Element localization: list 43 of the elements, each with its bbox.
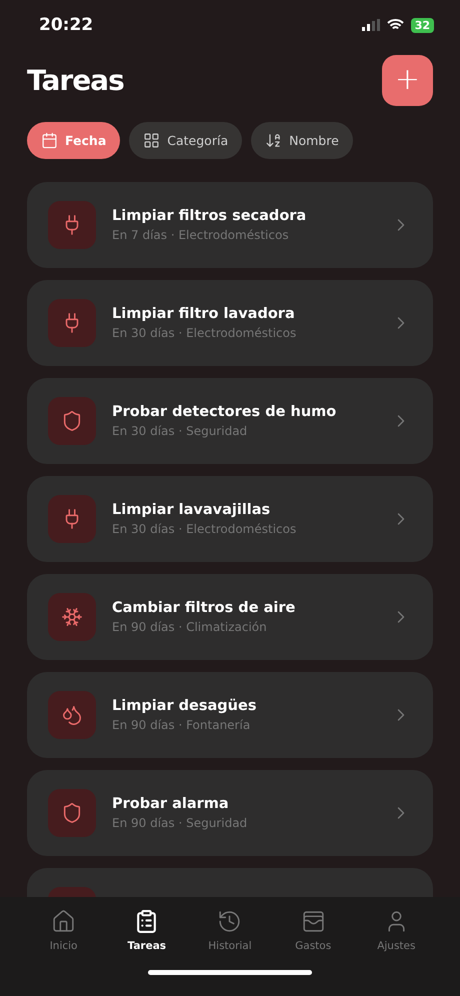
tab-item[interactable]: Ajustes bbox=[364, 909, 428, 952]
task-meta: En 30 días · Seguridad bbox=[112, 424, 248, 438]
shield-icon bbox=[61, 410, 83, 432]
tab-item[interactable]: Tareas bbox=[114, 909, 179, 952]
task-card[interactable]: Limpiar filtro lavadora En 30 días · Electrodomésticos bbox=[27, 280, 433, 366]
history-icon bbox=[217, 909, 242, 934]
task-title: Limpiar lavavajillas bbox=[112, 502, 272, 518]
calendar-icon bbox=[41, 132, 58, 149]
task-card[interactable]: Cambiar filtros de aire En 90 días · Climatización bbox=[27, 574, 433, 660]
battery-indicator: 32 bbox=[410, 18, 434, 32]
page-title: Tareas bbox=[27, 64, 124, 96]
house-icon bbox=[51, 909, 76, 934]
task-meta: En 90 días · Climatización bbox=[112, 620, 268, 634]
task-title: Probar detectores de humo bbox=[112, 404, 338, 420]
task-card[interactable]: Limpiar filtros secadora En 7 días · Electrodomésticos bbox=[27, 182, 433, 268]
task-meta: En 30 días · Electrodomésticos bbox=[112, 522, 298, 536]
task-title: Limpiar filtro lavadora bbox=[112, 306, 296, 322]
wifi-icon bbox=[386, 19, 404, 31]
task-meta: En 30 días · Electrodomésticos bbox=[112, 326, 298, 340]
tab-item[interactable]: Gastos bbox=[281, 909, 346, 952]
tab-item[interactable]: Inicio bbox=[32, 909, 96, 952]
task-card[interactable]: Probar detectores de humo En 30 días · Seguridad bbox=[27, 378, 433, 464]
task-title: Probar alarma bbox=[112, 796, 230, 812]
task-card[interactable]: Limpiar desagües En 90 días · Fontanería bbox=[27, 672, 433, 758]
task-meta: En 7 días · Electrodomésticos bbox=[112, 228, 290, 242]
tab-item[interactable]: Historial bbox=[198, 909, 262, 952]
task-card[interactable]: Limpiar lavavajillas En 30 días · Electrodomésticos bbox=[27, 476, 433, 562]
sort-chip[interactable]: Nombre bbox=[251, 122, 353, 159]
sort-alpha-icon bbox=[265, 132, 282, 149]
signal-icon bbox=[362, 19, 380, 31]
task-title: Limpiar desagües bbox=[112, 698, 258, 714]
task-title: Limpiar filtros secadora bbox=[112, 208, 308, 224]
wallet-icon bbox=[300, 909, 326, 934]
droplets-icon bbox=[61, 704, 83, 726]
grid-icon bbox=[143, 132, 160, 149]
task-meta: En 90 días · Fontanería bbox=[112, 718, 252, 732]
status-time: 20:22 bbox=[39, 15, 94, 35]
sort-chip[interactable]: Categoría bbox=[129, 122, 242, 159]
snowflake-icon bbox=[61, 606, 83, 628]
task-card[interactable]: Probar alarma En 90 días · Seguridad bbox=[27, 770, 433, 856]
shield-icon bbox=[61, 802, 83, 824]
task-meta: En 90 días · Seguridad bbox=[112, 816, 248, 830]
task-title: Cambiar filtros de aire bbox=[112, 600, 296, 616]
